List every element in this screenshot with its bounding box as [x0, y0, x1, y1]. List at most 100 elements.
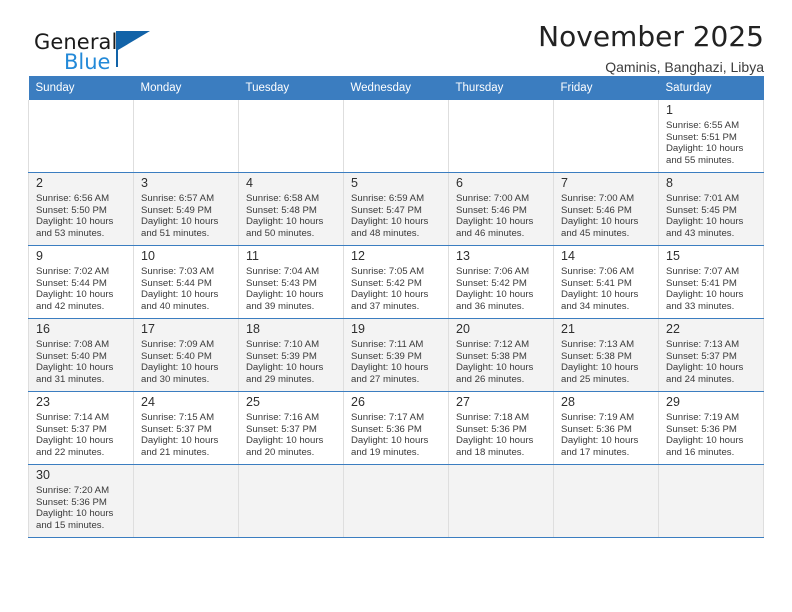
- sunset-text: Sunset: 5:48 PM: [246, 204, 317, 216]
- sunrise-text: Sunrise: 7:06 AM: [456, 266, 530, 277]
- day-cell-content: 9 Sunrise: 7:02 AM Sunset: 5:44 PM Daylight…: [29, 246, 133, 316]
- daylight-text-line1: Daylight: 10 hours: [141, 362, 219, 374]
- calendar-day-cell[interactable]: 16 Sunrise: 7:08 AM Sunset: 5:40 PM Dayligh…: [28, 318, 134, 392]
- calendar-day-cell[interactable]: 24 Sunrise: 7:15 AM Sunset: 5:37 PM Dayligh…: [133, 391, 239, 465]
- calendar-day-cell[interactable]: 2 Sunrise: 6:56 AM Sunset: 5:50 PM Daylight…: [28, 172, 134, 246]
- calendar-day-cell[interactable]: 21 Sunrise: 7:13 AM Sunset: 5:38 PM Dayligh…: [553, 318, 659, 392]
- day-cell-content: 7 Sunrise: 7:00 AM Sunset: 5:46 PM Daylight…: [554, 173, 658, 243]
- blue-flag-triangle-icon: [118, 31, 150, 50]
- day-cell-content: 22 Sunrise: 7:13 AM Sunset: 5:37 PM Dayligh…: [659, 319, 763, 389]
- daylight-text-line1: Daylight: 10 hours: [141, 289, 219, 301]
- calendar-day-cell[interactable]: 19 Sunrise: 7:11 AM Sunset: 5:39 PM Dayligh…: [343, 318, 449, 392]
- page-header: General Blue November 2025 Qaminis, Bang…: [28, 0, 764, 76]
- calendar-day-cell[interactable]: 3 Sunrise: 6:57 AM Sunset: 5:49 PM Daylight…: [133, 172, 239, 246]
- calendar-day-cell[interactable]: 8 Sunrise: 7:01 AM Sunset: 5:45 PM Daylight…: [658, 172, 764, 246]
- day-number: 2: [36, 176, 43, 190]
- day-number: 28: [561, 395, 575, 409]
- calendar-day-cell[interactable]: 15 Sunrise: 7:07 AM Sunset: 5:41 PM Dayligh…: [658, 245, 764, 319]
- calendar-day-cell[interactable]: 27 Sunrise: 7:18 AM Sunset: 5:36 PM Dayligh…: [448, 391, 554, 465]
- daylight-text-line2: and 30 minutes.: [141, 373, 210, 385]
- weekday-header-wednesday: Wednesday: [343, 76, 449, 100]
- daylight-text-line1: Daylight: 10 hours: [666, 362, 744, 374]
- sunrise-text: Sunrise: 7:02 AM: [36, 266, 110, 277]
- calendar-day-cell[interactable]: 22 Sunrise: 7:13 AM Sunset: 5:37 PM Dayligh…: [658, 318, 764, 392]
- day-cell-content: 17 Sunrise: 7:09 AM Sunset: 5:40 PM Dayligh…: [134, 319, 238, 389]
- calendar-day-cell[interactable]: 23 Sunrise: 7:14 AM Sunset: 5:37 PM Dayligh…: [28, 391, 134, 465]
- day-number: 1: [666, 103, 673, 117]
- day-number: 27: [456, 395, 470, 409]
- sunset-text: Sunset: 5:49 PM: [141, 204, 212, 216]
- sunset-text: Sunset: 5:42 PM: [351, 277, 422, 289]
- sunrise-text: Sunrise: 7:17 AM: [351, 412, 425, 423]
- calendar-day-cell[interactable]: 30 Sunrise: 7:20 AM Sunset: 5:36 PM Dayligh…: [28, 464, 134, 538]
- day-number: 18: [246, 322, 260, 336]
- day-number: 25: [246, 395, 260, 409]
- general-blue-logo[interactable]: General Blue: [34, 30, 194, 82]
- calendar-day-cell[interactable]: 1 Sunrise: 6:55 AM Sunset: 5:51 PM Daylight…: [658, 100, 764, 173]
- day-cell-content: 18 Sunrise: 7:10 AM Sunset: 5:39 PM Dayligh…: [239, 319, 343, 389]
- sunrise-text: Sunrise: 7:01 AM: [666, 193, 740, 204]
- title-block: November 2025 Qaminis, Banghazi, Libya: [538, 20, 764, 76]
- calendar-day-cell[interactable]: 10 Sunrise: 7:03 AM Sunset: 5:44 PM Dayligh…: [133, 245, 239, 319]
- sunrise-text: Sunrise: 6:58 AM: [246, 193, 320, 204]
- calendar-day-cell-empty: [553, 464, 659, 538]
- sunset-text: Sunset: 5:37 PM: [246, 423, 317, 435]
- daylight-text-line2: and 20 minutes.: [246, 446, 315, 458]
- day-cell-content: 26 Sunrise: 7:17 AM Sunset: 5:36 PM Dayligh…: [344, 392, 448, 462]
- day-number: 13: [456, 249, 470, 263]
- calendar-day-cell[interactable]: 14 Sunrise: 7:06 AM Sunset: 5:41 PM Dayligh…: [553, 245, 659, 319]
- calendar-week-row: 23 Sunrise: 7:14 AM Sunset: 5:37 PM Dayligh…: [28, 391, 764, 465]
- calendar-day-cell[interactable]: 5 Sunrise: 6:59 AM Sunset: 5:47 PM Daylight…: [343, 172, 449, 246]
- calendar-day-cell[interactable]: 29 Sunrise: 7:19 AM Sunset: 5:36 PM Dayligh…: [658, 391, 764, 465]
- calendar-day-cell[interactable]: 25 Sunrise: 7:16 AM Sunset: 5:37 PM Dayligh…: [238, 391, 344, 465]
- calendar-day-cell[interactable]: 13 Sunrise: 7:06 AM Sunset: 5:42 PM Dayligh…: [448, 245, 554, 319]
- calendar-day-cell[interactable]: 4 Sunrise: 6:58 AM Sunset: 5:48 PM Daylight…: [238, 172, 344, 246]
- sunrise-text: Sunrise: 6:56 AM: [36, 193, 110, 204]
- sunset-text: Sunset: 5:46 PM: [456, 204, 527, 216]
- daylight-text-line1: Daylight: 10 hours: [351, 216, 429, 228]
- calendar-day-cell[interactable]: 20 Sunrise: 7:12 AM Sunset: 5:38 PM Dayligh…: [448, 318, 554, 392]
- calendar-day-cell[interactable]: 17 Sunrise: 7:09 AM Sunset: 5:40 PM Dayligh…: [133, 318, 239, 392]
- weekday-header-saturday: Saturday: [658, 76, 764, 100]
- day-cell-content: 10 Sunrise: 7:03 AM Sunset: 5:44 PM Dayligh…: [134, 246, 238, 316]
- daylight-text-line2: and 31 minutes.: [36, 373, 105, 385]
- calendar-day-cell[interactable]: 26 Sunrise: 7:17 AM Sunset: 5:36 PM Dayligh…: [343, 391, 449, 465]
- calendar-day-cell[interactable]: 6 Sunrise: 7:00 AM Sunset: 5:46 PM Daylight…: [448, 172, 554, 246]
- day-cell-content: 3 Sunrise: 6:57 AM Sunset: 5:49 PM Daylight…: [134, 173, 238, 243]
- sunset-text: Sunset: 5:36 PM: [456, 423, 527, 435]
- daylight-text-line2: and 42 minutes.: [36, 300, 105, 312]
- day-number: 7: [561, 176, 568, 190]
- day-cell-content: 4 Sunrise: 6:58 AM Sunset: 5:48 PM Daylight…: [239, 173, 343, 243]
- daylight-text-line1: Daylight: 10 hours: [666, 435, 744, 447]
- sunrise-text: Sunrise: 7:03 AM: [141, 266, 215, 277]
- daylight-text-line2: and 36 minutes.: [456, 300, 525, 312]
- sunset-text: Sunset: 5:41 PM: [561, 277, 632, 289]
- sunset-text: Sunset: 5:51 PM: [666, 131, 737, 143]
- sunset-text: Sunset: 5:40 PM: [36, 350, 107, 362]
- sunset-text: Sunset: 5:37 PM: [141, 423, 212, 435]
- daylight-text-line1: Daylight: 10 hours: [351, 435, 429, 447]
- calendar-day-cell[interactable]: 12 Sunrise: 7:05 AM Sunset: 5:42 PM Dayligh…: [343, 245, 449, 319]
- day-number: 6: [456, 176, 463, 190]
- day-cell-content: 24 Sunrise: 7:15 AM Sunset: 5:37 PM Dayligh…: [134, 392, 238, 462]
- sunset-text: Sunset: 5:39 PM: [246, 350, 317, 362]
- calendar-day-cell[interactable]: 28 Sunrise: 7:19 AM Sunset: 5:36 PM Dayligh…: [553, 391, 659, 465]
- day-number: 15: [666, 249, 680, 263]
- calendar-day-cell[interactable]: 18 Sunrise: 7:10 AM Sunset: 5:39 PM Dayligh…: [238, 318, 344, 392]
- calendar-day-cell-empty: [238, 100, 344, 173]
- day-number: 3: [141, 176, 148, 190]
- sunset-text: Sunset: 5:47 PM: [351, 204, 422, 216]
- calendar-day-cell[interactable]: 11 Sunrise: 7:04 AM Sunset: 5:43 PM Dayligh…: [238, 245, 344, 319]
- calendar-day-cell-empty: [133, 100, 239, 173]
- daylight-text-line1: Daylight: 10 hours: [456, 289, 534, 301]
- sunset-text: Sunset: 5:40 PM: [141, 350, 212, 362]
- calendar-day-cell[interactable]: 9 Sunrise: 7:02 AM Sunset: 5:44 PM Daylight…: [28, 245, 134, 319]
- day-cell-content: 19 Sunrise: 7:11 AM Sunset: 5:39 PM Dayligh…: [344, 319, 448, 389]
- calendar-day-cell[interactable]: 7 Sunrise: 7:00 AM Sunset: 5:46 PM Daylight…: [553, 172, 659, 246]
- daylight-text-line1: Daylight: 10 hours: [456, 216, 534, 228]
- weekday-header-friday: Friday: [553, 76, 659, 100]
- daylight-text-line2: and 22 minutes.: [36, 446, 105, 458]
- calendar-day-cell-empty: [28, 100, 134, 173]
- sunrise-text: Sunrise: 7:04 AM: [246, 266, 320, 277]
- daylight-text-line2: and 45 minutes.: [561, 227, 630, 239]
